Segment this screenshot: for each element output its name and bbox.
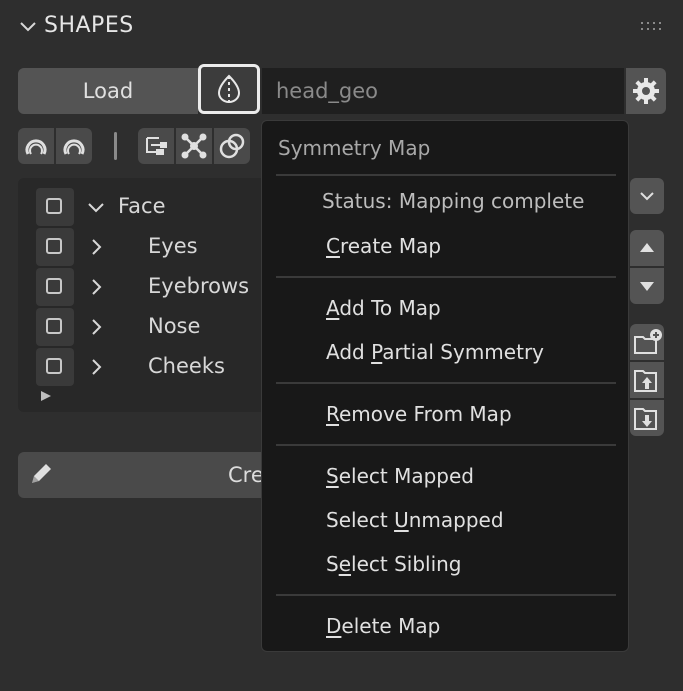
menu-item-add-partial-symmetry[interactable]: Add Partial Symmetry: [326, 340, 544, 364]
symmetry-icon: [217, 74, 241, 103]
chevron-right-icon[interactable]: [86, 277, 106, 297]
shape-name-field[interactable]: head_geo: [262, 68, 624, 114]
chevron-down-icon: [640, 192, 654, 201]
mirror-left-icon: [25, 139, 47, 155]
checkbox[interactable]: [36, 228, 74, 266]
menu-item-create-map[interactable]: Create Map: [326, 234, 441, 258]
panel-title: SHAPES: [44, 13, 134, 38]
list-item-label: Nose: [148, 314, 201, 338]
mirror-left-button[interactable]: [18, 128, 54, 164]
list-item[interactable]: Face: [36, 188, 266, 228]
menu-item-select-sibling[interactable]: Select Sibling: [326, 552, 462, 576]
folder-down-icon: [634, 408, 657, 430]
arrow-up-icon: [640, 243, 654, 252]
hierarchy-icon: [146, 137, 167, 155]
mirror-right-icon: [63, 139, 85, 155]
folder-up-icon: [634, 370, 657, 392]
list-item[interactable]: Nose: [36, 308, 266, 348]
pencil-icon: [32, 464, 51, 483]
collapse-chevron-icon[interactable]: [16, 14, 40, 38]
new-folder-button[interactable]: [630, 324, 664, 360]
load-button[interactable]: Load: [18, 68, 198, 114]
list-item-label: Eyebrows: [148, 274, 250, 298]
symmetry-map-menu: Symmetry Map Status: Mapping complete Cr…: [261, 120, 629, 652]
menu-item-add-to-map[interactable]: Add To Map: [326, 296, 441, 320]
menu-status: Status: Mapping complete: [322, 189, 585, 213]
menu-item-select-unmapped[interactable]: Select Unmapped: [326, 508, 504, 532]
toolbar-separator: [114, 132, 117, 160]
settings-button[interactable]: [626, 68, 666, 114]
menu-separator: [276, 174, 616, 176]
new-folder-icon: [634, 329, 662, 354]
menu-separator: [276, 382, 616, 384]
list-item[interactable]: Eyebrows: [36, 268, 266, 308]
folder-up-button[interactable]: [630, 362, 664, 398]
checkbox[interactable]: [36, 188, 74, 226]
chevron-right-icon[interactable]: [86, 317, 106, 337]
folder-down-button[interactable]: [630, 400, 664, 436]
list-item-label: Face: [118, 194, 166, 218]
arrow-down-icon: [640, 282, 654, 291]
menu-item-select-mapped[interactable]: Select Mapped: [326, 464, 474, 488]
node-graph-button[interactable]: [176, 128, 212, 164]
intersect-icon: [219, 133, 245, 159]
move-up-button[interactable]: [630, 230, 664, 266]
menu-item-remove-from-map[interactable]: Remove From Map: [326, 402, 512, 426]
shape-name-value: head_geo: [276, 79, 379, 103]
intersect-button[interactable]: [214, 128, 250, 164]
create-button-label: Cre: [228, 463, 264, 487]
drag-handle-icon[interactable]: [640, 20, 664, 34]
menu-item-delete-map[interactable]: Delete Map: [326, 614, 440, 638]
chevron-down-icon[interactable]: [86, 197, 106, 217]
list-item[interactable]: Eyes: [36, 228, 266, 268]
node-graph-icon: [181, 133, 207, 159]
symmetry-map-button[interactable]: [198, 64, 260, 114]
gear-icon: [633, 78, 659, 104]
menu-separator: [276, 444, 616, 446]
load-button-label: Load: [82, 79, 134, 103]
move-down-button[interactable]: [630, 268, 664, 304]
chevron-right-icon[interactable]: [86, 237, 106, 257]
list-item-label: Eyes: [148, 234, 198, 258]
menu-title: Symmetry Map: [278, 136, 431, 160]
checkbox[interactable]: [36, 308, 74, 346]
checkbox[interactable]: [36, 348, 74, 386]
list-item[interactable]: Cheeks: [36, 348, 266, 388]
mirror-right-button[interactable]: [56, 128, 92, 164]
checkbox[interactable]: [36, 268, 74, 306]
hierarchy-button[interactable]: [138, 128, 174, 164]
list-item-label: Cheeks: [148, 354, 225, 378]
play-triangle-icon[interactable]: [40, 390, 52, 402]
menu-separator: [276, 594, 616, 596]
dropdown-button[interactable]: [630, 178, 664, 214]
menu-separator: [276, 276, 616, 278]
chevron-right-icon[interactable]: [86, 357, 106, 377]
